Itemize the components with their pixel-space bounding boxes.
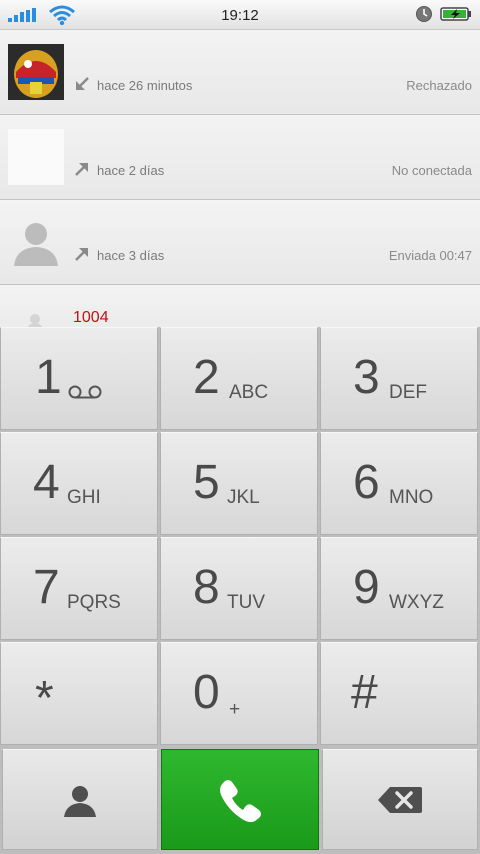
person-placeholder-icon <box>14 223 58 266</box>
key-2[interactable]: 2 ABC <box>160 327 318 430</box>
key-letters: DEF <box>389 382 427 403</box>
key-1[interactable]: 1 <box>0 327 158 430</box>
key-letters: MNO <box>389 487 434 508</box>
dialed-number: 1004 <box>73 309 109 326</box>
phone-icon <box>220 779 261 822</box>
key-digit: 1 <box>35 351 62 404</box>
key-hash[interactable]: # <box>320 642 478 745</box>
contact-photo-blank <box>8 129 64 185</box>
voicemail-icon <box>68 385 102 399</box>
key-letters: TUV <box>227 592 265 613</box>
key-star[interactable]: * <box>0 642 158 745</box>
key-digit: 3 <box>353 351 380 404</box>
key-digit: 0 <box>193 666 220 719</box>
call-time: hace 26 minutos <box>97 78 193 93</box>
key-digit: 6 <box>353 456 380 509</box>
key-8[interactable]: 8 TUV <box>160 537 318 640</box>
person-placeholder-icon <box>27 314 43 327</box>
status-bar: 19:12 <box>0 0 480 30</box>
key-digit: 2 <box>193 351 220 404</box>
call-status: No conectada <box>391 163 472 178</box>
key-4[interactable]: 4 GHI <box>0 432 158 535</box>
status-time: 19:12 <box>221 7 259 24</box>
key-digit: 8 <box>193 561 220 614</box>
delete-button[interactable] <box>322 749 478 850</box>
contact-photo <box>8 44 64 100</box>
key-letters: GHI <box>67 487 101 508</box>
key-digit: 4 <box>33 456 60 509</box>
outgoing-call-icon <box>75 248 88 261</box>
backspace-icon <box>378 786 422 813</box>
clock-icon <box>416 6 432 22</box>
contacts-button[interactable] <box>2 749 158 850</box>
call-status: Rechazado <box>406 78 472 93</box>
call-button[interactable] <box>161 749 319 850</box>
key-digit: # <box>351 666 378 719</box>
key-5[interactable]: 5 JKL <box>160 432 318 535</box>
call-log-item[interactable]: hace 26 minutos Rechazado <box>0 30 480 115</box>
outgoing-call-icon <box>75 163 88 176</box>
key-3[interactable]: 3 DEF <box>320 327 478 430</box>
dial-keypad: 1 2 ABC 3 DEF 4 GHI 5 JKL 6 MNO 7 PQRS 8… <box>0 327 480 747</box>
call-log-item[interactable]: hace 2 días No conectada <box>0 115 480 200</box>
key-9[interactable]: 9 WXYZ <box>320 537 478 640</box>
incoming-call-icon <box>76 77 89 90</box>
key-digit: 9 <box>353 561 380 614</box>
key-letters: ABC <box>229 382 269 403</box>
call-log-list[interactable]: hace 26 minutos Rechazado hace 2 días No… <box>0 30 480 327</box>
key-letters: JKL <box>227 487 260 508</box>
key-6[interactable]: 6 MNO <box>320 432 478 535</box>
dialer-action-bar <box>0 747 480 854</box>
key-digit: 5 <box>193 456 220 509</box>
call-time: hace 3 días <box>97 248 165 263</box>
call-log-item[interactable]: hace 3 días Enviada 00:47 <box>0 200 480 285</box>
key-digit: 7 <box>33 561 60 614</box>
key-7[interactable]: 7 PQRS <box>0 537 158 640</box>
key-letters: WXYZ <box>389 592 444 613</box>
key-0[interactable]: 0 + <box>160 642 318 745</box>
battery-charging-icon <box>440 7 471 21</box>
key-letters: + <box>229 699 241 720</box>
contacts-icon <box>64 785 96 817</box>
call-time: hace 2 días <box>97 163 165 178</box>
call-status: Enviada 00:47 <box>388 248 472 263</box>
key-digit: * <box>35 672 54 725</box>
key-letters: PQRS <box>67 592 121 613</box>
call-log-item-partial[interactable]: 1004 <box>0 285 480 327</box>
